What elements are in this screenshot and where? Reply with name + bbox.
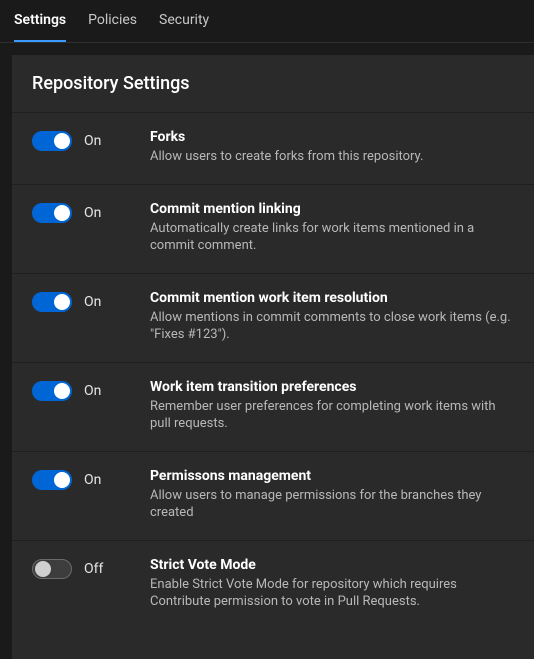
toggle-knob: [54, 133, 70, 149]
setting-forks: On Forks Allow users to create forks fro…: [12, 112, 534, 184]
toggle-knob: [54, 205, 70, 221]
toggle-strict-vote-mode[interactable]: [32, 559, 72, 579]
toggle-work-item-transition[interactable]: [32, 381, 72, 401]
toggle-group: On: [32, 129, 150, 151]
setting-desc: Automatically create links for work item…: [150, 220, 514, 255]
setting-title: Commit mention work item resolution: [150, 290, 514, 306]
toggle-knob: [54, 472, 70, 488]
toggle-knob: [54, 294, 70, 310]
panel-title: Repository Settings: [12, 55, 534, 112]
toggle-group: On: [32, 290, 150, 312]
toggle-state-label: On: [84, 133, 101, 149]
toggle-state-label: On: [84, 383, 101, 399]
setting-desc: Allow users to create forks from this re…: [150, 148, 514, 166]
setting-desc: Allow users to manage permissions for th…: [150, 487, 514, 522]
toggle-state-label: On: [84, 294, 101, 310]
toggle-group: Off: [32, 557, 150, 579]
tab-policies[interactable]: Policies: [88, 12, 137, 42]
setting-text: Commit mention work item resolution Allo…: [150, 290, 514, 344]
tab-bar: Settings Policies Security: [0, 0, 534, 43]
toggle-group: On: [32, 201, 150, 223]
toggle-forks[interactable]: [32, 131, 72, 151]
toggle-commit-mention-linking[interactable]: [32, 203, 72, 223]
setting-title: Work item transition preferences: [150, 379, 514, 395]
setting-commit-mention-resolution: On Commit mention work item resolution A…: [12, 273, 534, 362]
tab-security[interactable]: Security: [159, 12, 209, 42]
setting-title: Permissons management: [150, 468, 514, 484]
toggle-commit-mention-resolution[interactable]: [32, 292, 72, 312]
setting-title: Commit mention linking: [150, 201, 514, 217]
setting-desc: Remember user preferences for completing…: [150, 398, 514, 433]
toggle-knob: [35, 561, 51, 577]
setting-strict-vote-mode: Off Strict Vote Mode Enable Strict Vote …: [12, 540, 534, 629]
toggle-permissions-management[interactable]: [32, 470, 72, 490]
toggle-knob: [54, 383, 70, 399]
setting-text: Strict Vote Mode Enable Strict Vote Mode…: [150, 557, 514, 611]
toggle-state-label: On: [84, 205, 101, 221]
setting-text: Forks Allow users to create forks from t…: [150, 129, 514, 166]
toggle-state-label: Off: [84, 561, 103, 577]
setting-text: Permissons management Allow users to man…: [150, 468, 514, 522]
toggle-group: On: [32, 468, 150, 490]
setting-permissions-management: On Permissons management Allow users to …: [12, 451, 534, 540]
setting-commit-mention-linking: On Commit mention linking Automatically …: [12, 184, 534, 273]
setting-work-item-transition: On Work item transition preferences Reme…: [12, 362, 534, 451]
toggle-group: On: [32, 379, 150, 401]
setting-text: Work item transition preferences Remembe…: [150, 379, 514, 433]
toggle-state-label: On: [84, 472, 101, 488]
setting-desc: Enable Strict Vote Mode for repository w…: [150, 576, 514, 611]
setting-text: Commit mention linking Automatically cre…: [150, 201, 514, 255]
setting-title: Strict Vote Mode: [150, 557, 514, 573]
setting-title: Forks: [150, 129, 514, 145]
setting-desc: Allow mentions in commit comments to clo…: [150, 309, 514, 344]
settings-panel: Repository Settings On Forks Allow users…: [12, 55, 534, 659]
tab-settings[interactable]: Settings: [14, 12, 66, 42]
